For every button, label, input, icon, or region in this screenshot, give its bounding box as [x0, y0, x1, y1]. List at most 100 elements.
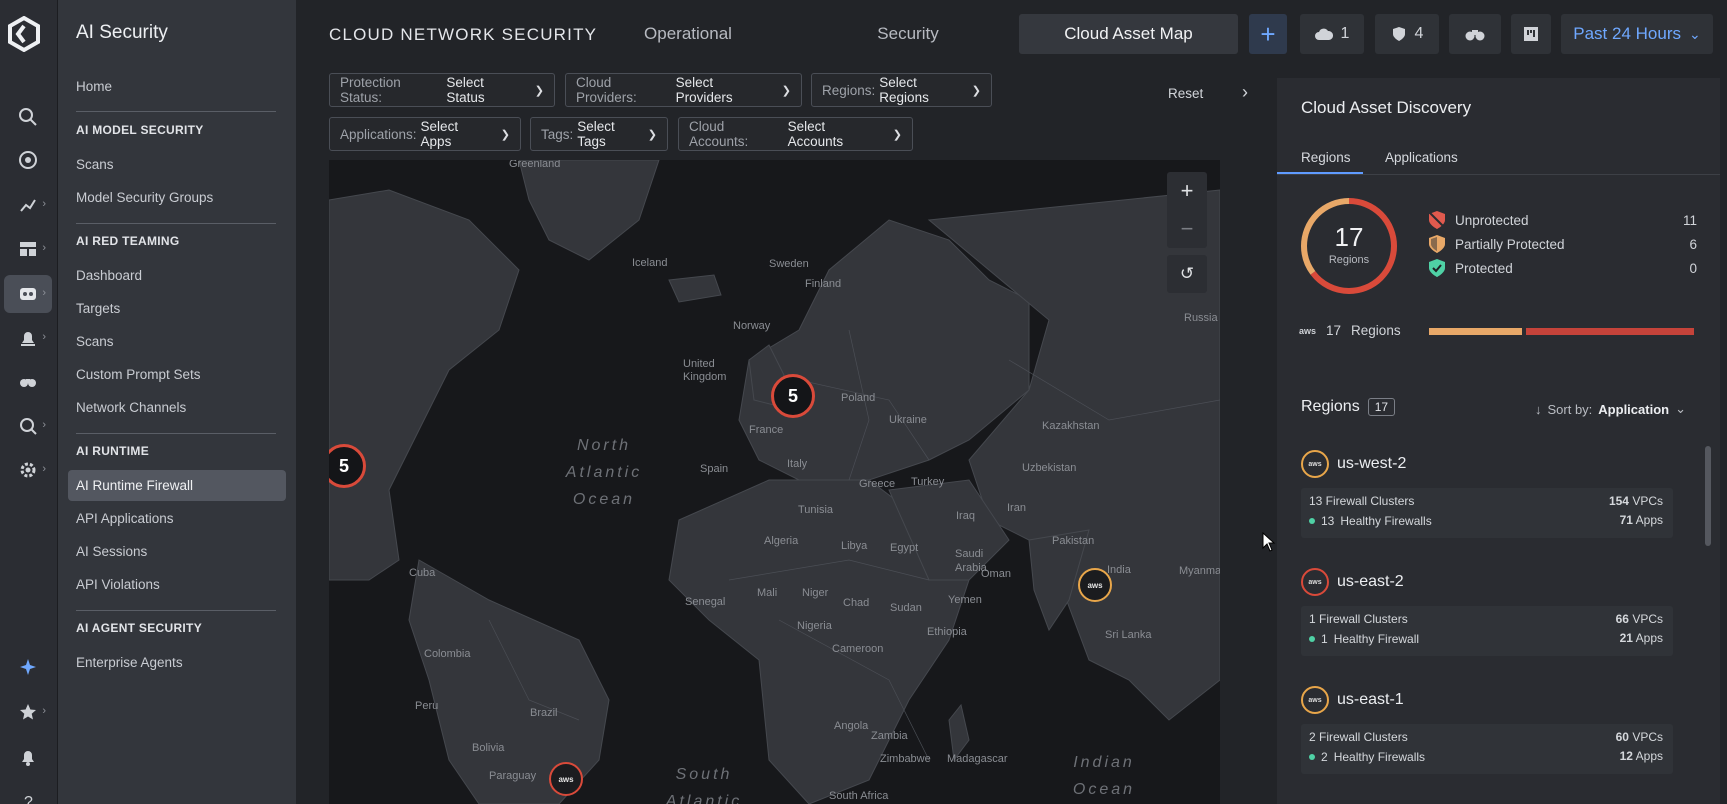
nav-item-api-applications[interactable]: API Applications	[76, 511, 174, 526]
settings-gear-icon[interactable]: ›	[4, 451, 52, 489]
nav-item-model-security-groups[interactable]: Model Security Groups	[76, 190, 213, 205]
world-map[interactable]: Greenland Iceland Sweden Finland Norway …	[329, 160, 1220, 804]
filter-key: Regions:	[822, 82, 876, 98]
logo-icon[interactable]	[8, 16, 40, 52]
vpc-count: 154	[1608, 494, 1629, 508]
time-range-dropdown[interactable]: Past 24 Hours ⌄	[1561, 14, 1713, 54]
map-label: Greenland	[509, 160, 561, 170]
add-button[interactable]: +	[1249, 14, 1287, 54]
donut-total: 17	[1334, 222, 1364, 252]
vpc-label: VPCs	[1632, 494, 1663, 508]
panel-tab-applications[interactable]: Applications	[1385, 150, 1458, 165]
nav-item-dashboard[interactable]: Dashboard	[76, 268, 142, 283]
partial-protection-bar	[1429, 328, 1522, 335]
region-card[interactable]: aws us-west-2 13 Firewall Clusters 13 Hea…	[1301, 450, 1673, 538]
binoculars-icon	[1465, 30, 1485, 41]
panel-tab-regions[interactable]: Regions	[1301, 150, 1351, 165]
ocean-label-line: Ocean	[572, 491, 636, 508]
legend-unprotected: Unprotected 11	[1427, 210, 1697, 230]
map-label: Libya	[841, 540, 868, 552]
ocean-label-line: North	[576, 437, 632, 454]
cloud-count-button[interactable]: 1	[1300, 14, 1364, 54]
regions-header: Regions 17	[1301, 398, 1396, 416]
map-label: Egypt	[890, 542, 919, 554]
investigate-icon[interactable]: ›	[4, 407, 52, 445]
ai-security-icon[interactable]: ›	[4, 275, 52, 313]
nav-item-enterprise-agents[interactable]: Enterprise Agents	[76, 655, 183, 670]
ocean-label-line: South	[675, 766, 733, 783]
map-label: Chad	[843, 597, 870, 609]
tab-security[interactable]: Security	[820, 14, 996, 54]
filter-protection-status[interactable]: Protection Status: Select Status ❯	[329, 73, 555, 107]
alert-bell-icon[interactable]: ›	[4, 319, 52, 357]
chevron-down-icon: ⌄	[1675, 401, 1686, 416]
chevron-down-icon: ❯	[500, 128, 510, 141]
map-label: Poland	[841, 392, 876, 404]
filter-tags[interactable]: Tags: Select Tags ❯	[530, 117, 668, 151]
aws-region-marker[interactable]: aws	[549, 762, 583, 796]
reset-view-icon[interactable]: ↺	[1167, 255, 1207, 293]
sort-dropdown[interactable]: ↓ Sort by: Application ⌄	[1535, 401, 1686, 417]
map-label: Russia	[1184, 312, 1218, 324]
map-label: Ethiopia	[927, 626, 967, 638]
region-name: us-east-1	[1337, 691, 1404, 708]
shield-count-button[interactable]: 4	[1375, 14, 1439, 54]
aws-region-marker[interactable]: aws	[1078, 568, 1112, 602]
tab-cloud-asset-map[interactable]: Cloud Asset Map	[1019, 14, 1238, 54]
help-icon[interactable]: ?	[4, 782, 52, 804]
star-icon[interactable]: ›	[4, 693, 52, 731]
provider-region-count: 17	[1326, 323, 1342, 338]
sort-arrow-icon: ↓	[1535, 401, 1542, 417]
ocean-label-line: Atlantic	[665, 793, 743, 804]
region-card[interactable]: aws us-east-1 2 Firewall Clusters 2 Healt…	[1301, 686, 1673, 774]
map-cluster-marker[interactable]: 5	[771, 374, 815, 418]
nav-item-custom-prompt-sets[interactable]: Custom Prompt Sets	[76, 367, 201, 382]
scrollbar-thumb[interactable]	[1705, 446, 1711, 546]
search-icon[interactable]	[4, 98, 52, 136]
workflow-icon[interactable]: ›	[4, 186, 52, 224]
legend-partially-protected: Partially Protected 6	[1427, 234, 1697, 254]
cloud-asset-discovery-panel: Cloud Asset Discovery Regions Applicatio…	[1277, 78, 1720, 804]
map-label: Zimbabwe	[880, 753, 931, 765]
binoculars-icon[interactable]	[4, 362, 52, 400]
tab-operational[interactable]: Operational	[600, 14, 776, 54]
binoculars-button[interactable]	[1449, 14, 1501, 54]
nav-item-ai-runtime-firewall[interactable]: AI Runtime Firewall	[76, 478, 193, 493]
dashboard-icon[interactable]: ›	[4, 230, 52, 268]
filter-regions[interactable]: Regions: Select Regions ❯	[811, 73, 992, 107]
legend-name: Unprotected	[1455, 212, 1529, 228]
panel-title: Cloud Asset Discovery	[1301, 98, 1472, 117]
legend-count: 11	[1682, 212, 1697, 228]
donut-label: Regions	[1328, 254, 1370, 266]
sparkle-icon[interactable]	[4, 648, 52, 686]
zoom-in-icon[interactable]: +	[1167, 172, 1207, 210]
chevron-down-icon: ❯	[892, 128, 902, 141]
nav-item-targets[interactable]: Targets	[76, 301, 120, 316]
notification-bell-icon[interactable]	[4, 738, 52, 776]
zoom-out-icon[interactable]: −	[1167, 210, 1207, 248]
map-label: Iran	[1007, 502, 1026, 514]
map-label: Pakistan	[1052, 535, 1095, 547]
divider	[76, 610, 276, 611]
report-icon	[1524, 27, 1538, 41]
app-label: Apps	[1635, 513, 1663, 527]
nav-item-api-violations[interactable]: API Violations	[76, 577, 160, 592]
region-card[interactable]: aws us-east-2 1 Firewall Clusters 1 Healt…	[1301, 568, 1673, 656]
app-count: 71	[1619, 513, 1633, 527]
map-label: Italy	[787, 458, 808, 470]
chevron-down-icon: ⌄	[1689, 25, 1701, 42]
nav-item-ai-sessions[interactable]: AI Sessions	[76, 544, 147, 559]
nav-item-scans[interactable]: Scans	[76, 157, 114, 172]
filter-applications[interactable]: Applications: Select Apps ❯	[329, 117, 521, 151]
nav-item-network-channels[interactable]: Network Channels	[76, 400, 186, 415]
nav-item-red-team-scans[interactable]: Scans	[76, 334, 114, 349]
shield-half-icon	[1429, 235, 1445, 253]
filter-cloud-providers[interactable]: Cloud Providers: Select Providers ❯	[565, 73, 802, 107]
firewall-clusters: 2 Firewall Clusters	[1309, 730, 1408, 744]
reset-filters-link[interactable]: Reset	[1168, 86, 1203, 101]
nav-home[interactable]: Home	[76, 79, 112, 94]
report-button[interactable]	[1511, 14, 1551, 54]
filter-cloud-accounts[interactable]: Cloud Accounts: Select Accounts ❯	[678, 117, 913, 151]
collapse-panel-icon[interactable]: ›	[1242, 82, 1248, 103]
target-icon[interactable]	[4, 141, 52, 179]
